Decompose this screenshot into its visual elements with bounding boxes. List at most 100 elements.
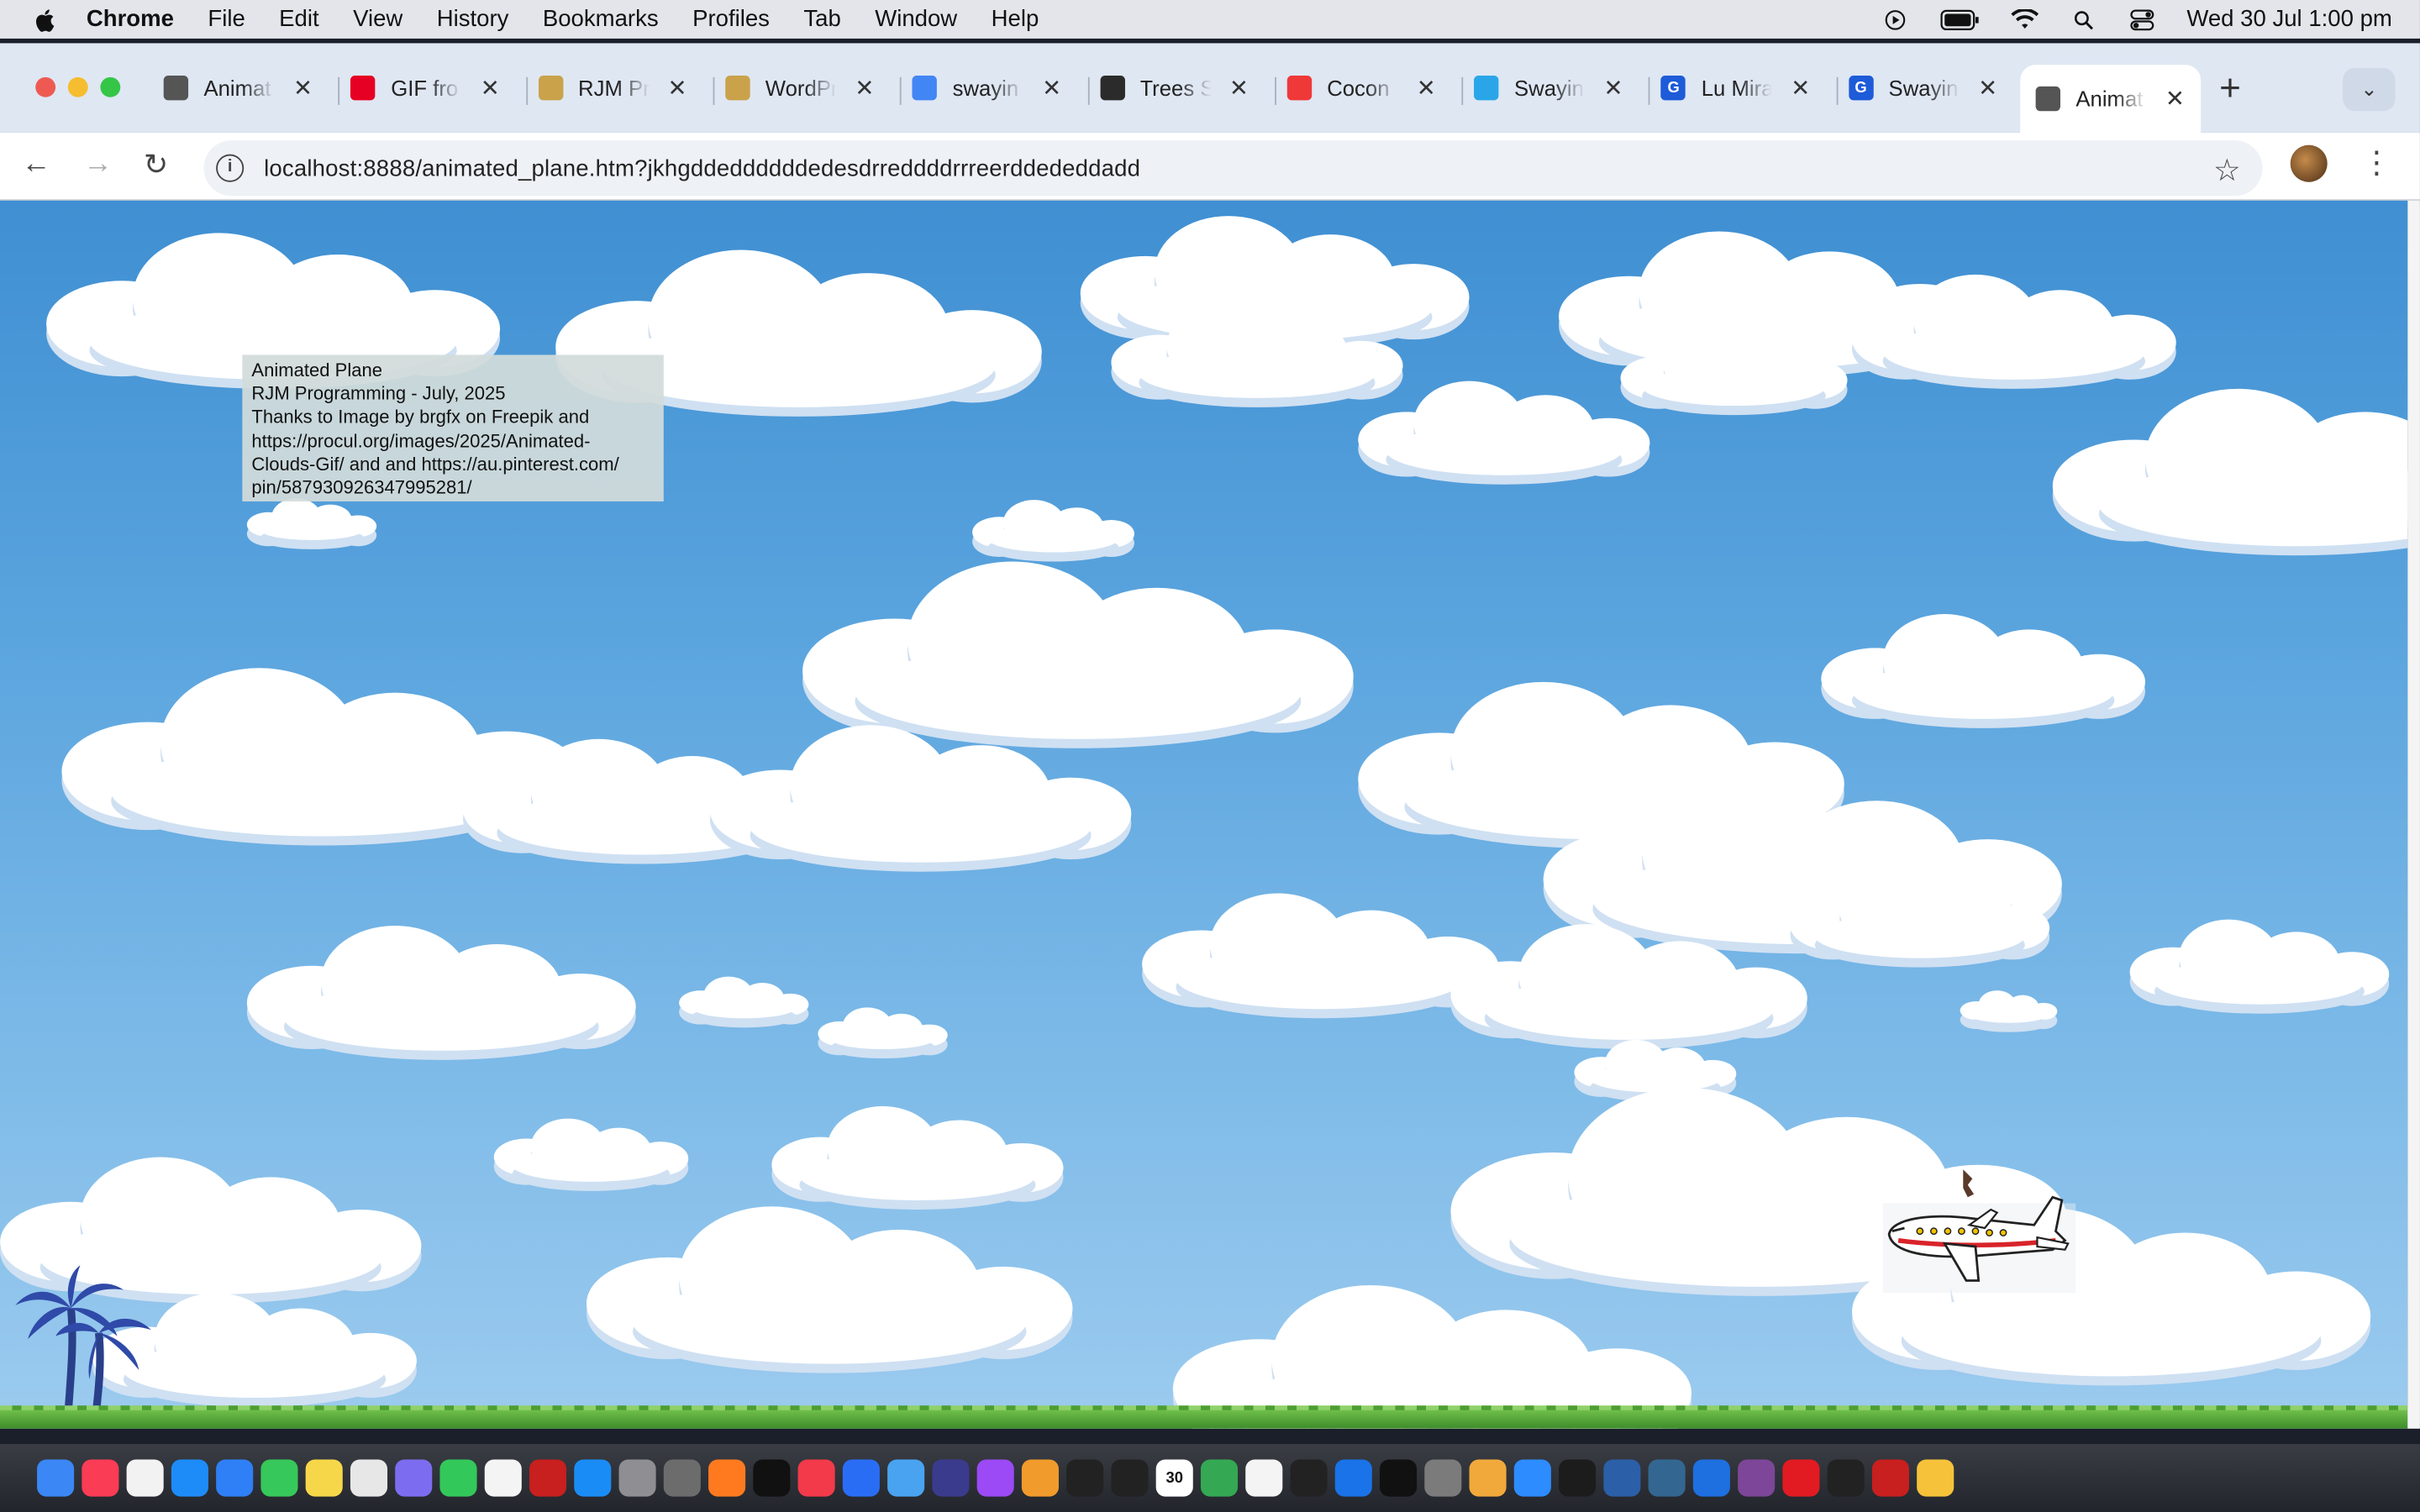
- chrome-icon[interactable]: [1200, 1459, 1239, 1497]
- tab[interactable]: RJM Pr ✕: [538, 65, 687, 111]
- preview-icon[interactable]: [887, 1459, 925, 1497]
- tab[interactable]: Trees S ✕: [1099, 65, 1249, 111]
- menu-window[interactable]: Window: [875, 6, 957, 32]
- menu-tab[interactable]: Tab: [803, 6, 840, 32]
- reload-button[interactable]: ↻: [144, 148, 168, 183]
- tab-title: Trees S: [1139, 75, 1211, 101]
- close-tab-icon[interactable]: ✕: [293, 74, 313, 102]
- tab[interactable]: swayin ✕: [912, 65, 1061, 111]
- terminal-icon[interactable]: [1066, 1459, 1104, 1497]
- settings-icon[interactable]: [1424, 1459, 1462, 1497]
- battery-icon[interactable]: [1939, 8, 1980, 30]
- close-tab-icon[interactable]: ✕: [481, 74, 500, 102]
- tab-search-button[interactable]: ⌄: [2343, 67, 2396, 112]
- close-tab-icon[interactable]: ✕: [1229, 74, 1249, 102]
- calendar-icon[interactable]: 30: [1155, 1459, 1193, 1497]
- quicktime-icon[interactable]: [1334, 1459, 1372, 1497]
- close-tab-icon[interactable]: ✕: [855, 74, 874, 102]
- close-tab-icon[interactable]: ✕: [668, 74, 687, 102]
- filezilla-icon[interactable]: [529, 1459, 567, 1497]
- close-window-button[interactable]: [35, 76, 56, 97]
- menu-edit[interactable]: Edit: [279, 6, 318, 32]
- calculator-icon[interactable]: [618, 1459, 656, 1497]
- launchpad-icon[interactable]: [395, 1459, 433, 1497]
- reminders-icon[interactable]: [126, 1459, 164, 1497]
- notes-icon[interactable]: [305, 1459, 343, 1497]
- compass-icon[interactable]: [1827, 1459, 1865, 1497]
- menu-history[interactable]: History: [437, 6, 509, 32]
- url-text[interactable]: localhost:8888/animated_plane.htm?jkhgdd…: [264, 155, 1140, 181]
- close-tab-icon[interactable]: ✕: [1604, 74, 1623, 102]
- close-tab-icon[interactable]: ✕: [1791, 74, 1810, 102]
- chrome-menu-button[interactable]: ⋮: [2361, 144, 2392, 182]
- tor-icon[interactable]: [1738, 1459, 1776, 1497]
- opera-icon[interactable]: [1782, 1459, 1820, 1497]
- tab[interactable]: WordPr ✕: [725, 65, 874, 111]
- tent-icon[interactable]: [1559, 1459, 1597, 1497]
- filezilla-icon[interactable]: [1871, 1459, 1909, 1497]
- control-center-icon[interactable]: [2128, 8, 2156, 30]
- file-icon[interactable]: [484, 1459, 522, 1497]
- tab-active[interactable]: Animat ✕: [2020, 65, 2201, 133]
- back-button[interactable]: ←: [22, 148, 51, 181]
- close-tab-icon[interactable]: ✕: [2165, 85, 2185, 113]
- menu-profiles[interactable]: Profiles: [692, 6, 770, 32]
- tab[interactable]: GIF fro ✕: [350, 65, 500, 111]
- site-info-icon[interactable]: i: [216, 154, 245, 182]
- terminal-icon[interactable]: [1111, 1459, 1149, 1497]
- close-tab-icon[interactable]: ✕: [1042, 74, 1061, 102]
- tab[interactable]: Animat ✕: [163, 65, 313, 111]
- bookmark-star-icon[interactable]: ☆: [2213, 151, 2241, 190]
- finder-icon[interactable]: [37, 1459, 75, 1497]
- tab[interactable]: G Swayin ✕: [1848, 65, 1997, 111]
- menubar-clock[interactable]: Wed 30 Jul 1:00 pm: [2186, 6, 2392, 32]
- zoom-icon[interactable]: [1513, 1459, 1551, 1497]
- menu-bookmarks[interactable]: Bookmarks: [543, 6, 659, 32]
- profile-avatar[interactable]: [2290, 144, 2328, 182]
- music-icon[interactable]: [82, 1459, 119, 1497]
- gimp-icon[interactable]: [663, 1459, 701, 1497]
- light-icon[interactable]: [1917, 1459, 1954, 1497]
- menu-app-name[interactable]: Chrome: [87, 6, 174, 32]
- podcasts-icon[interactable]: [976, 1459, 1014, 1497]
- inkscape-icon[interactable]: [1603, 1459, 1641, 1497]
- spotlight-search-icon[interactable]: [2070, 8, 2097, 30]
- appstore-icon[interactable]: [574, 1459, 612, 1497]
- xcode-icon[interactable]: [842, 1459, 880, 1497]
- news-icon[interactable]: [797, 1459, 835, 1497]
- xcode-icon[interactable]: [1692, 1459, 1730, 1497]
- menu-file[interactable]: File: [208, 6, 245, 32]
- postgres-icon[interactable]: [1648, 1459, 1686, 1497]
- firefox-icon[interactable]: [708, 1459, 746, 1497]
- minimize-window-button[interactable]: [67, 76, 88, 97]
- bbedit-icon[interactable]: [932, 1459, 970, 1497]
- play-status-icon[interactable]: [1881, 8, 1909, 30]
- books-icon[interactable]: [1021, 1459, 1059, 1497]
- tab-title: swayin: [952, 75, 1019, 101]
- messages-icon[interactable]: [260, 1459, 298, 1497]
- close-tab-icon[interactable]: ✕: [1417, 74, 1436, 102]
- activity-icon[interactable]: [350, 1459, 388, 1497]
- facetime-icon[interactable]: [439, 1459, 477, 1497]
- cloud-puff: [1882, 323, 2146, 380]
- tab[interactable]: G Lu Mira ✕: [1661, 65, 1810, 111]
- apple-icon[interactable]: [34, 7, 58, 31]
- safari-icon[interactable]: [171, 1459, 208, 1497]
- file-icon[interactable]: [1245, 1459, 1283, 1497]
- menu-view[interactable]: View: [353, 6, 402, 32]
- new-tab-button[interactable]: +: [2219, 68, 2241, 111]
- photos-icon[interactable]: [1469, 1459, 1507, 1497]
- wifi-icon[interactable]: [2011, 8, 2039, 30]
- address-bar[interactable]: i localhost:8888/animated_plane.htm?jkhg…: [203, 140, 2263, 197]
- close-tab-icon[interactable]: ✕: [1978, 74, 1997, 102]
- scrollbar-strip[interactable]: [2407, 200, 2420, 1429]
- tab[interactable]: Cocon ✕: [1286, 65, 1436, 111]
- tab[interactable]: Swayin ✕: [1474, 65, 1623, 111]
- zoom-window-button[interactable]: [100, 76, 121, 97]
- terminal-icon[interactable]: [1290, 1459, 1328, 1497]
- menu-help[interactable]: Help: [992, 6, 1039, 32]
- appletv-icon[interactable]: [753, 1459, 791, 1497]
- intellij-icon[interactable]: [1380, 1459, 1418, 1497]
- forward-button[interactable]: →: [83, 148, 113, 181]
- mail-icon[interactable]: [216, 1459, 254, 1497]
